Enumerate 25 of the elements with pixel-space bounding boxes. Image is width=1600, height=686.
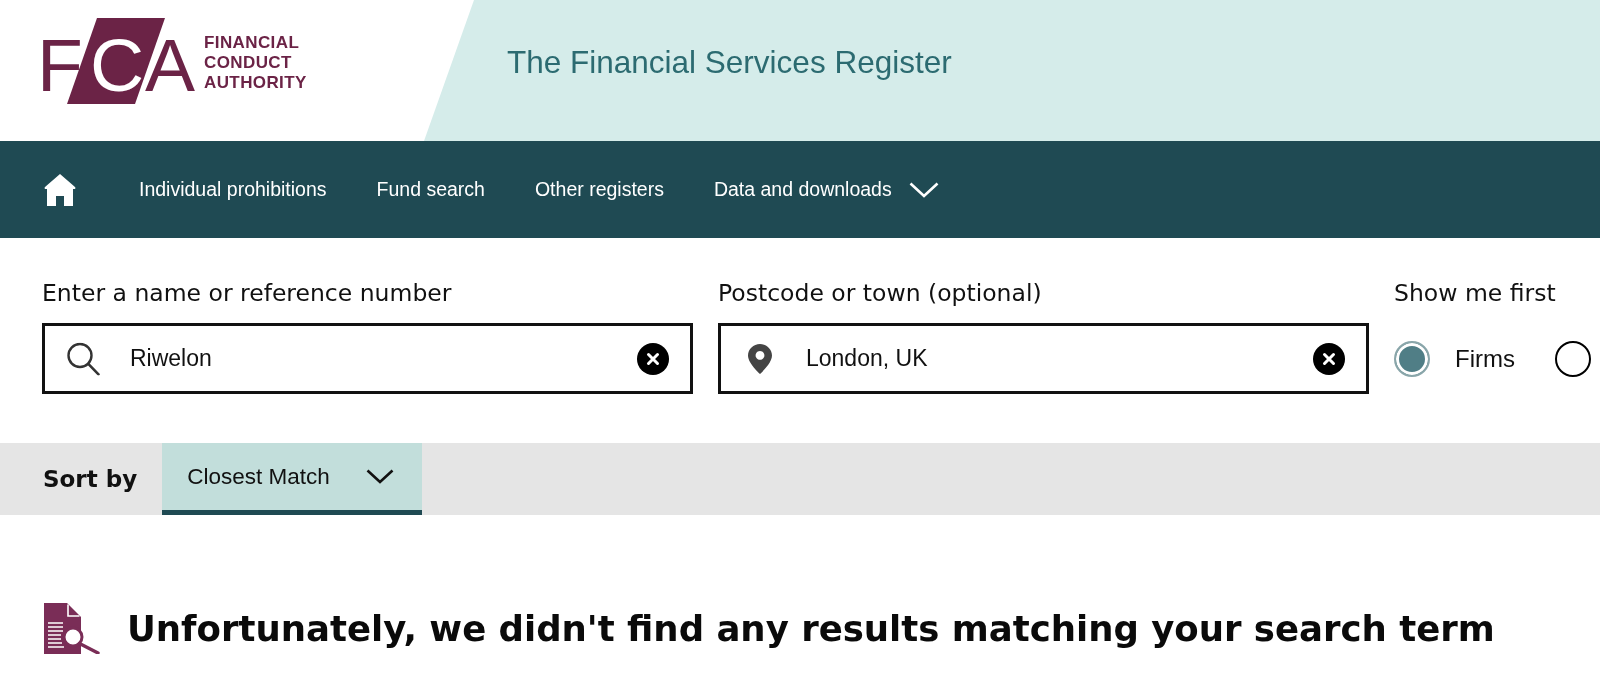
name-search-field[interactable]: Riwelon bbox=[42, 323, 693, 394]
field-label: Show me first bbox=[1394, 280, 1556, 307]
chevron-down-icon bbox=[908, 181, 939, 198]
nav-link[interactable]: Other registers bbox=[534, 178, 664, 201]
sort-dropdown[interactable]: Closest Match bbox=[162, 443, 423, 515]
sort-label: Sort by bbox=[43, 466, 138, 492]
home-icon[interactable] bbox=[44, 173, 76, 206]
logo-mark: FCA bbox=[42, 18, 196, 104]
field-label: Postcode or town (optional) bbox=[718, 280, 1042, 307]
radio-label[interactable]: Firms bbox=[1455, 344, 1515, 373]
field-label: Enter a name or reference number bbox=[42, 280, 452, 307]
nav-link[interactable]: Fund search bbox=[376, 178, 485, 201]
clear-icon[interactable] bbox=[1313, 342, 1345, 375]
radio-button[interactable] bbox=[1555, 340, 1591, 377]
location-pin-icon bbox=[748, 343, 772, 374]
clear-icon[interactable] bbox=[637, 342, 669, 375]
nav-link[interactable]: Individual prohibitions bbox=[139, 178, 327, 201]
search-icon bbox=[66, 342, 100, 375]
radio-button[interactable] bbox=[1394, 340, 1430, 377]
location-field[interactable]: London, UK bbox=[718, 323, 1369, 394]
nav-link[interactable]: Data and downloads bbox=[713, 178, 939, 201]
register-title: The Financial Services Register bbox=[507, 43, 952, 81]
no-results-message: Unfortunately, we didn't find any results matching your search term bbox=[127, 608, 1495, 649]
logo-wordmark: FINANCIAL CONDUCT AUTHORITY bbox=[204, 33, 307, 93]
chevron-down-icon bbox=[366, 469, 395, 484]
